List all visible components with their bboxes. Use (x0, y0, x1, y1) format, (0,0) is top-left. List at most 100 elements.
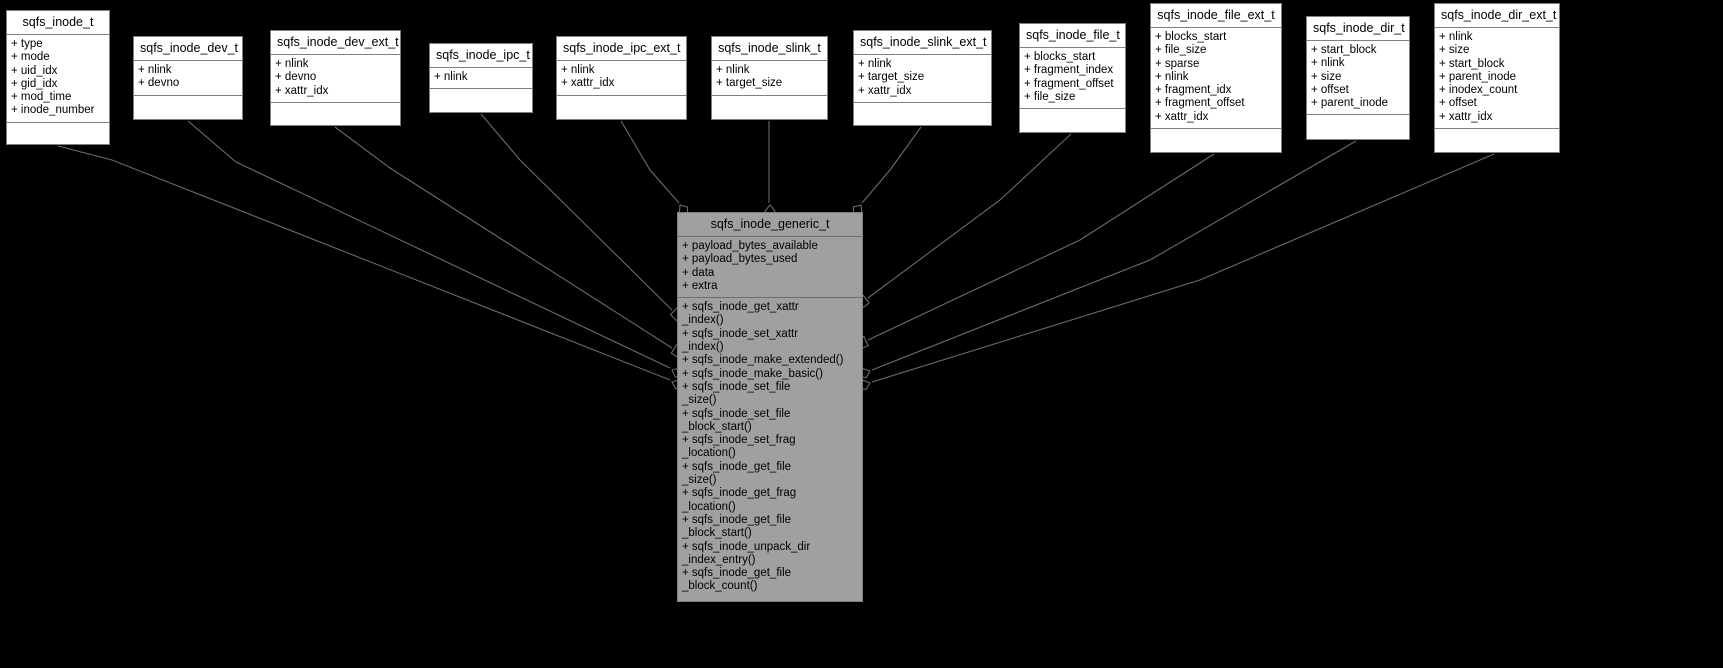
uml-operation: + sqfs_inode_unpack_dir _index_entry() (682, 540, 811, 566)
uml-attribute: + blocks_start (1155, 31, 1227, 43)
uml-attribute-compartment: + nlink + devno + xattr_idx (271, 55, 400, 103)
edge-from-sqfs_inode_ipc_ext_t (620, 120, 680, 204)
uml-class-sqfs_inode_slink_ext_t[interactable]: sqfs_inode_slink_ext_t + nlink + target_si… (853, 30, 992, 126)
uml-attribute: + inodex_count (1439, 84, 1518, 97)
edge-from-sqfs_inode_slink_ext_t (861, 126, 922, 204)
uml-attribute: + start_block (1439, 57, 1505, 70)
uml-class-title: sqfs_inode_ipc_t (430, 44, 532, 68)
uml-class-sqfs_inode_slink_t[interactable]: sqfs_inode_slink_t + nlink + target_size (711, 36, 828, 120)
uml-class-sqfs_inode_dir_ext_t[interactable]: sqfs_inode_dir_ext_t + nlink + size + start… (1434, 3, 1560, 153)
uml-operation-compartment (854, 103, 991, 124)
uml-class-title: sqfs_inode_generic_t (678, 213, 862, 237)
uml-operation-compartment (134, 96, 242, 117)
uml-attribute-compartment: + nlink + xattr_idx (557, 61, 686, 96)
uml-operation-compartment (1020, 109, 1125, 130)
uml-attribute-compartment: + blocks_start + file_size + sparse + nlink… (1151, 28, 1281, 130)
uml-class-title: sqfs_inode_dev_ext_t (271, 31, 400, 55)
uml-attribute-compartment: + type + mode + uid_idx + gid_idx + mod_time… (7, 35, 109, 123)
uml-attribute: + nlink (1155, 70, 1189, 83)
uml-attribute-compartment: + start_block + nlink + size + offset + pare… (1307, 41, 1409, 116)
uml-operation: + sqfs_inode_get_frag _location() (682, 487, 797, 513)
uml-class-title: sqfs_inode_dev_t (134, 37, 242, 61)
uml-attribute: + payload_bytes_used (682, 253, 798, 266)
uml-attribute: + sparse (1155, 57, 1200, 70)
uml-attribute: + fragment_index (1024, 64, 1114, 77)
uml-attribute: + nlink (1311, 57, 1345, 70)
uml-attribute: + data (682, 266, 715, 279)
uml-operation: + sqfs_inode_set_file _size() (682, 380, 791, 407)
uml-operation-compartment (1435, 129, 1559, 150)
uml-operation: + sqfs_inode_set_frag _location() (682, 434, 796, 460)
uml-operation: + sqfs_inode_get_file _size() (682, 460, 792, 487)
uml-attribute: + parent_inode (1439, 70, 1517, 83)
uml-class-sqfs_inode_ipc_ext_t[interactable]: sqfs_inode_ipc_ext_t + nlink + xattr_idx (556, 36, 687, 120)
uml-operation-compartment (712, 96, 827, 117)
uml-operation: + sqfs_inode_get_file _block_start() (682, 513, 792, 540)
uml-class-title: sqfs_inode_file_ext_t (1151, 4, 1281, 28)
uml-class-title: sqfs_inode_ipc_ext_t (557, 37, 686, 61)
uml-attribute: + nlink (716, 64, 750, 76)
edge-from-sqfs_inode_dev_t (187, 120, 671, 369)
uml-attribute: + size (1311, 70, 1342, 83)
uml-attribute: + mode (11, 51, 50, 64)
uml-attribute: + nlink (434, 71, 468, 83)
uml-attribute: + nlink (561, 64, 595, 76)
uml-class-sqfs_inode_ipc_t[interactable]: sqfs_inode_ipc_t + nlink (429, 43, 533, 113)
uml-attribute: + target_size (716, 77, 783, 90)
uml-attribute: + blocks_start (1024, 51, 1096, 63)
uml-attribute: + nlink (275, 58, 309, 70)
uml-attribute: + xattr_idx (275, 84, 329, 97)
uml-attribute-compartment: + nlink + target_size (712, 61, 827, 96)
uml-attribute-compartment: + nlink + devno (134, 61, 242, 96)
uml-class-sqfs_inode_file_t[interactable]: sqfs_inode_file_t + blocks_start + fragmen… (1019, 23, 1126, 133)
edge-from-sqfs_inode_file_t (867, 133, 1072, 299)
uml-class-sqfs_inode_t[interactable]: sqfs_inode_t + type + mode + uid_idx + gid_i… (6, 10, 110, 145)
uml-attribute: + devno (138, 77, 180, 90)
uml-attribute: + mod_time (11, 91, 72, 104)
uml-attribute: + nlink (858, 58, 892, 70)
uml-attribute: + devno (275, 71, 317, 84)
edge-from-sqfs_inode_dev_ext_t (334, 126, 673, 349)
uml-attribute: + parent_inode (1311, 97, 1389, 110)
uml-operation-compartment (7, 123, 109, 144)
uml-operation-compartment (430, 89, 532, 110)
uml-attribute: + nlink (138, 64, 172, 76)
uml-attribute-compartment: + blocks_start + fragment_index + fragment… (1020, 48, 1125, 110)
uml-operation: + sqfs_inode_get_xattr _index() (682, 301, 799, 327)
uml-attribute: + uid_idx (11, 64, 58, 77)
uml-attribute: + inode_number (11, 104, 95, 117)
uml-class-sqfs_inode_dev_t[interactable]: sqfs_inode_dev_t + nlink + devno (133, 36, 243, 120)
uml-attribute-compartment: + nlink + target_size + xattr_idx (854, 55, 991, 103)
uml-attribute: + fragment_offset (1024, 77, 1114, 90)
uml-class-diagram: sqfs_inode_t + type + mode + uid_idx + gid_i… (0, 0, 1723, 668)
uml-attribute: + payload_bytes_available (682, 240, 818, 252)
uml-class-title: sqfs_inode_slink_ext_t (854, 31, 991, 55)
uml-operation: + sqfs_inode_get_file _block_count() (682, 567, 792, 593)
uml-class-title: sqfs_inode_dir_t (1307, 17, 1409, 41)
uml-class-title: sqfs_inode_t (7, 11, 109, 35)
uml-class-sqfs_inode_dir_t[interactable]: sqfs_inode_dir_t + start_block + nlink + si… (1306, 16, 1410, 140)
uml-class-sqfs_inode_generic_t[interactable]: sqfs_inode_generic_t + payload_bytes_avai… (677, 212, 863, 602)
edge-from-sqfs_inode_t (57, 145, 671, 381)
uml-class-sqfs_inode_file_ext_t[interactable]: sqfs_inode_file_ext_t + blocks_start + fil… (1150, 3, 1282, 153)
uml-operation-compartment (271, 103, 400, 124)
uml-attribute: + fragment_idx (1155, 84, 1232, 97)
uml-operation-compartment (557, 96, 686, 117)
uml-class-sqfs_inode_dev_ext_t[interactable]: sqfs_inode_dev_ext_t + nlink + devno + xatt… (270, 30, 401, 126)
uml-attribute: + nlink (1439, 31, 1473, 43)
uml-operation-compartment (1151, 129, 1281, 150)
uml-attribute: + xattr_idx (1155, 110, 1209, 123)
uml-class-title: sqfs_inode_dir_ext_t (1435, 4, 1559, 28)
uml-attribute: + start_block (1311, 44, 1377, 56)
uml-operation-compartment: + sqfs_inode_get_xattr _index() + sqfs_in… (678, 298, 862, 598)
uml-attribute: + extra (682, 279, 718, 292)
uml-class-title: sqfs_inode_file_t (1020, 24, 1125, 48)
uml-attribute-compartment: + payload_bytes_available + payload_bytes… (678, 237, 862, 299)
uml-attribute: + fragment_offset (1155, 97, 1245, 110)
uml-operation: + sqfs_inode_set_file _block_start() (682, 407, 791, 433)
uml-attribute: + type (11, 38, 43, 50)
uml-attribute: + offset (1439, 97, 1477, 110)
edge-from-sqfs_inode_dir_t (871, 140, 1357, 371)
edge-from-sqfs_inode_dir_ext_t (871, 153, 1495, 383)
edge-from-sqfs_inode_ipc_t (480, 113, 673, 311)
